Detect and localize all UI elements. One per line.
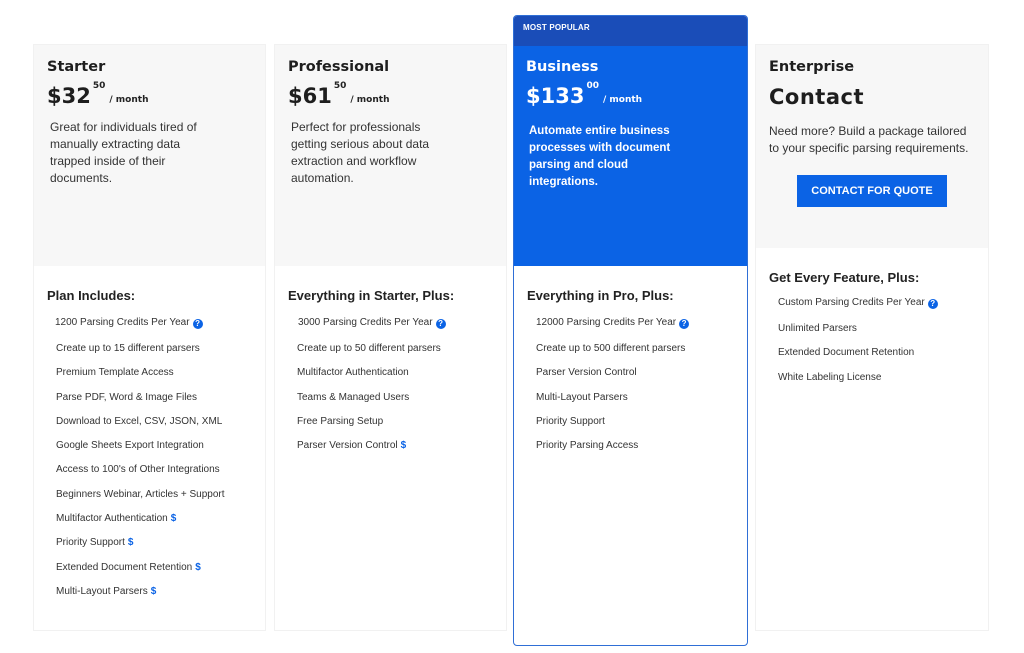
plan-card-enterprise: Enterprise Contact Need more? Build a pa… [755,44,989,631]
plan-price: $133 00 / month [526,81,643,108]
plan-price: $61 50 / month [288,81,390,108]
feature-item: Download to Excel, CSV, JSON, XML [56,415,223,427]
help-icon[interactable]: ? [192,319,203,329]
plan-description: Automate entire business processes with … [529,125,671,188]
feature-item: Parser Version Control $ [297,440,407,452]
feature-item: Priority Support $ [56,537,134,549]
plan-price-contact: Contact [769,85,864,109]
feature-item: Custom Parsing Credits Per Year? [769,297,975,323]
feature-item: Access to 100's of Other Integrations [56,464,220,476]
feature-item: Create up to 500 different parsers [536,343,686,354]
includes-title: Plan Includes: [47,288,136,303]
feature-item: Teams & Managed Users [297,391,410,403]
feature-item: Google Sheets Export Integration [56,440,204,452]
plan-name: Professional [288,59,390,75]
help-icon[interactable]: ? [927,299,938,309]
feature-item: Parse PDF, Word & Image Files [56,391,197,403]
feature-item: 1200 Parsing Credits Per Year? [47,317,252,343]
most-popular-badge: MOST POPULAR [514,16,747,46]
paid-addon-marker: $ [400,440,407,452]
plan-card-starter: Starter $32 50 / month Great for individ… [33,44,266,631]
feature-item: White Labeling License [778,371,882,383]
plan-description: Need more? Build a package tailored to y… [769,124,969,155]
plan-name: Business [526,59,599,75]
help-icon[interactable]: ? [679,319,690,329]
feature-item: Multifactor Authentication [297,367,409,379]
feature-list: 1200 Parsing Credits Per Year? Create up… [47,317,252,610]
feature-item: Extended Document Retention [778,347,915,359]
includes-title: Everything in Starter, Plus: [288,288,455,303]
plan-name: Starter [47,59,106,75]
help-icon[interactable]: ? [435,319,446,329]
feature-item: 12000 Parsing Credits Per Year? [527,317,734,343]
includes-title: Get Every Feature, Plus: [769,270,920,285]
feature-item: Beginners Webinar, Articles + Support [56,488,225,500]
feature-item: Unlimited Parsers [778,323,857,334]
feature-list: 12000 Parsing Credits Per Year? Create u… [527,317,734,464]
plan-name: Enterprise [769,59,855,75]
plan-price: $32 50 / month [47,81,149,108]
plan-card-professional: Professional $61 50 / month Perfect for … [274,44,507,631]
feature-item: Parser Version Control [536,367,637,379]
feature-item: Multi-Layout Parsers [536,391,628,403]
feature-list: Custom Parsing Credits Per Year? Unlimit… [769,297,975,396]
paid-addon-marker: $ [150,585,157,597]
feature-item: Premium Template Access [56,367,174,379]
feature-item: Create up to 15 different parsers [56,343,200,354]
feature-item: 3000 Parsing Credits Per Year? [288,317,493,343]
paid-addon-marker: $ [127,537,134,549]
plan-description: Perfect for professionals getting seriou… [291,120,430,185]
feature-list: 3000 Parsing Credits Per Year? Create up… [288,317,493,464]
feature-item: Create up to 50 different parsers [297,343,441,354]
includes-title: Everything in Pro, Plus: [527,288,674,303]
feature-item: Free Parsing Setup [297,415,384,427]
feature-item: Priority Support [536,415,605,427]
contact-for-quote-button[interactable]: CONTACT FOR QUOTE [797,175,947,207]
feature-item: Extended Document Retention $ [56,561,201,573]
paid-addon-marker: $ [195,561,201,573]
paid-addon-marker: $ [170,513,177,525]
feature-item: Multifactor Authentication $ [56,513,177,525]
plan-description: Great for individuals tired of manually … [50,120,197,185]
feature-item: Multi-Layout Parsers $ [56,585,157,597]
plan-card-business: MOST POPULAR Business $133 00 / month Au… [513,15,748,646]
feature-item: Priority Parsing Access [536,440,639,452]
